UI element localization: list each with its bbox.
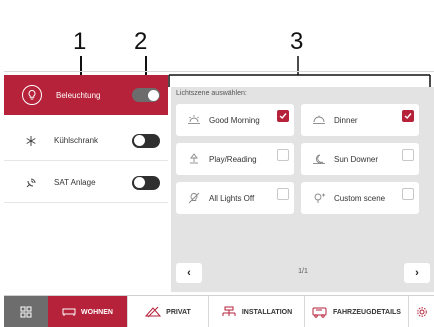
nav-tab-fahrzeugdetails[interactable]: FAHRZEUGDETAILS [305,296,409,327]
scene-card-all-lights-off[interactable]: All Lights Off [176,182,294,214]
sunrise-icon [186,112,202,128]
scene-checkbox-sun-downer[interactable] [402,149,414,161]
device-row-beleuchtung[interactable]: Beleuchtung [4,75,168,115]
satellite-icon [22,174,40,192]
device-row-kuehlschrank[interactable]: Kühlschrank [4,121,168,161]
reading-lamp-icon [186,151,202,167]
bottom-nav: WOHNEN PRIVAT INSTALLATION FAHRZEUGDETAI… [4,295,434,327]
callout-1: 1 [73,28,87,55]
dinner-icon [311,112,327,128]
installation-icon [221,306,237,318]
nav-label-fahrzeugdetails: FAHRZEUGDETAILS [333,308,401,316]
beleuchtung-toggle[interactable] [132,88,160,102]
scene-panel: Lichtszene auswählen: Good Morning Dinne… [171,87,434,292]
gear-icon [416,307,427,317]
scene-card-play-reading[interactable]: Play/Reading [176,143,294,175]
callout-3: 3 [290,28,304,55]
scene-checkbox-play-reading[interactable] [277,149,289,161]
scene-checkbox-all-lights-off[interactable] [277,188,289,200]
snowflake-icon [22,132,40,150]
scene-label-custom-scene: Custom scene [334,193,386,203]
nav-tab-wohnen[interactable]: WOHNEN [48,296,128,327]
pager-prev-button[interactable]: ‹ [176,263,202,283]
pager-page-indicator: 1/1 [298,268,308,275]
scene-checkbox-dinner[interactable] [402,110,414,122]
device-label-kuehlschrank: Kühlschrank [54,136,99,145]
scene-card-dinner[interactable]: Dinner [301,104,419,136]
scene-card-good-morning[interactable]: Good Morning [176,104,294,136]
grid-icon [20,306,32,318]
home-grid-button[interactable] [4,296,48,327]
device-list: Beleuchtung Kühlschrank SAT Anlage [4,75,168,292]
scene-card-custom-scene[interactable]: Custom scene [301,182,419,214]
sofa-icon [62,307,76,317]
nav-tab-privat[interactable]: PRIVAT [128,296,209,327]
nav-label-wohnen: WOHNEN [81,308,113,316]
device-label-sat-anlage: SAT Anlage [54,178,96,187]
scene-checkbox-custom-scene[interactable] [402,188,414,200]
scene-pager: ‹ 1/1 › [176,263,430,283]
kuehlschrank-toggle[interactable] [132,133,160,148]
scene-label-dinner: Dinner [334,115,358,125]
privat-icon [145,306,162,318]
sunset-icon [311,151,327,167]
lightbulb-icon [22,85,42,105]
scene-label-sun-downer: Sun Downer [334,154,379,164]
scene-checkbox-good-morning[interactable] [277,110,289,122]
sat-anlage-toggle[interactable] [132,175,160,190]
scene-label-all-lights-off: All Lights Off [209,193,255,203]
pager-next-button[interactable]: › [404,263,430,283]
nav-label-privat: PRIVAT [166,308,191,316]
scene-label-play-reading: Play/Reading [209,154,257,164]
scene-panel-title: Lichtszene auswählen: [176,90,247,97]
lights-off-icon [186,190,202,206]
settings-button[interactable] [409,296,434,327]
callout-2: 2 [134,28,148,55]
custom-scene-icon [311,190,327,206]
nav-label-installation: INSTALLATION [241,308,293,316]
nav-tab-installation[interactable]: INSTALLATION [209,296,305,327]
scene-card-sun-downer[interactable]: Sun Downer [301,143,419,175]
scene-label-good-morning: Good Morning [209,115,260,125]
device-row-sat-anlage[interactable]: SAT Anlage [4,163,168,203]
vehicle-icon [312,306,328,318]
device-label-beleuchtung: Beleuchtung [56,90,101,100]
